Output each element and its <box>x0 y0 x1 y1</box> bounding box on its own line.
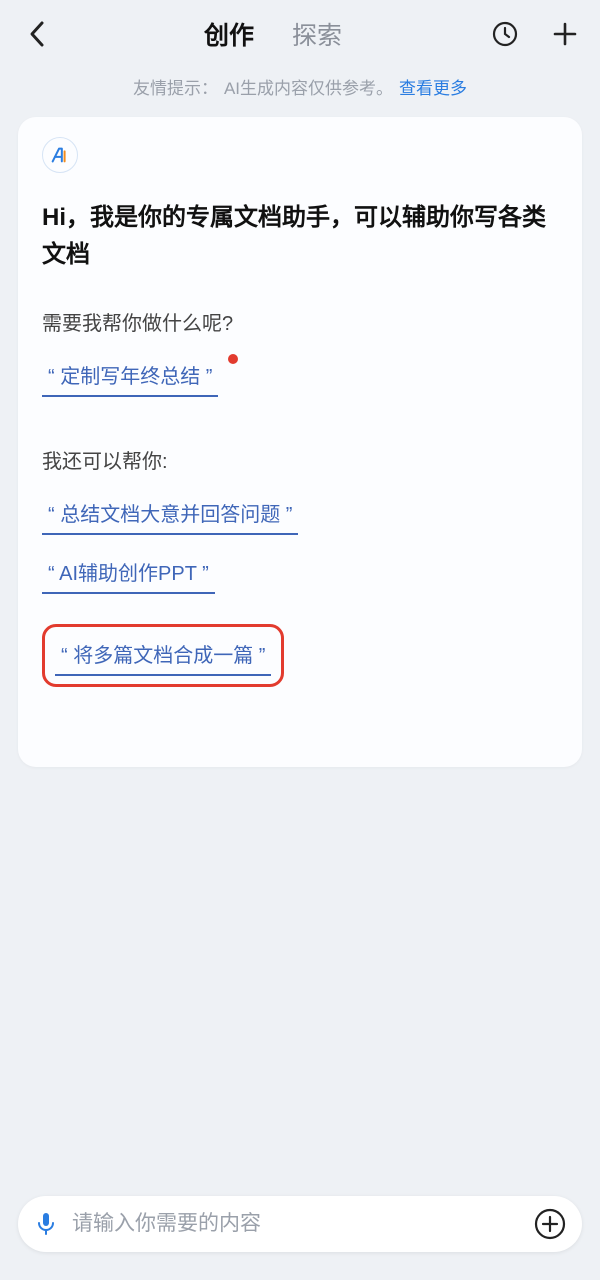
assistant-card: Hi，我是你的专属文档助手，可以辅助你写各类文档 需要我帮你做什么呢? “ 定制… <box>18 117 582 767</box>
top-right-actions <box>488 17 582 51</box>
suggestion-row: “ 总结文档大意并回答问题 ” <box>42 494 558 535</box>
input-bar <box>18 1196 582 1252</box>
suggestion-row: “ 将多篇文档合成一篇 ” <box>42 612 558 687</box>
prompt-question: 需要我帮你做什么呢? <box>42 307 558 336</box>
clock-icon <box>491 20 519 48</box>
plus-circle-icon <box>534 1208 566 1240</box>
hint-row: 友情提示： AI生成内容仅供参考。 查看更多 <box>0 68 600 117</box>
new-indicator-dot <box>228 354 238 364</box>
hint-more-link[interactable]: 查看更多 <box>399 74 467 99</box>
hint-prefix: 友情提示： <box>133 74 218 99</box>
history-button[interactable] <box>488 17 522 51</box>
suggestion-item[interactable]: “ 将多篇文档合成一篇 ” <box>55 635 271 676</box>
back-button[interactable] <box>18 14 58 54</box>
voice-button[interactable] <box>32 1210 60 1238</box>
suggestion-item[interactable]: “ 总结文档大意并回答问题 ” <box>42 494 298 535</box>
suggestion-row: “ AI辅助创作PPT ” <box>42 553 558 594</box>
tabs: 创作 探索 <box>66 10 480 58</box>
hint-text: AI生成内容仅供参考。 <box>224 74 393 99</box>
primary-suggestion[interactable]: “ 定制写年终总结 ” <box>42 356 218 397</box>
top-bar: 创作 探索 <box>0 0 600 68</box>
more-heading: 我还可以帮你: <box>42 445 558 474</box>
tab-explore[interactable]: 探索 <box>290 10 344 58</box>
attach-button[interactable] <box>532 1206 568 1242</box>
add-button[interactable] <box>548 17 582 51</box>
ai-avatar <box>42 137 78 173</box>
primary-suggestion-row: “ 定制写年终总结 ” <box>42 356 558 397</box>
microphone-icon <box>34 1211 58 1237</box>
chevron-left-icon <box>27 20 49 48</box>
suggestion-list: “ 总结文档大意并回答问题 ” “ AI辅助创作PPT ” “ 将多篇文档合成一篇 … <box>42 494 558 687</box>
plus-icon <box>551 20 579 48</box>
message-input[interactable] <box>72 1212 520 1236</box>
suggestion-item[interactable]: “ AI辅助创作PPT ” <box>42 553 215 594</box>
tab-create[interactable]: 创作 <box>202 10 256 58</box>
ai-logo-icon <box>49 144 71 166</box>
highlight-annotation: “ 将多篇文档合成一篇 ” <box>42 624 284 687</box>
greeting-text: Hi，我是你的专属文档助手，可以辅助你写各类文档 <box>42 199 558 273</box>
